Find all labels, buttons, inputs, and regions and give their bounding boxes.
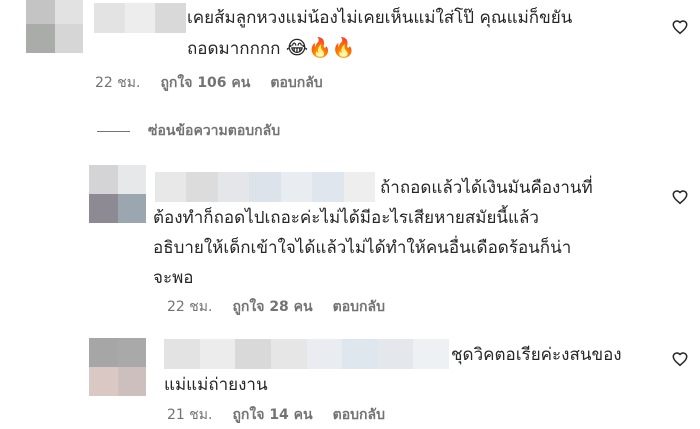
divider xyxy=(97,130,130,132)
likes-count[interactable]: ถูกใจ 28 คน xyxy=(232,296,312,318)
avatar-blur xyxy=(89,194,118,223)
comment-text: ถ้าถอดแล้วได้เงินมันคืองานที่ ต้องทำก็ถอ… xyxy=(153,178,593,288)
avatar-blur xyxy=(54,0,83,24)
heart-outline-icon[interactable] xyxy=(671,188,689,206)
likes-count[interactable]: ถูกใจ 106 คน xyxy=(160,72,250,94)
reply-button[interactable]: ตอบกลับ xyxy=(333,296,385,318)
reply-button[interactable]: ตอบกลับ xyxy=(270,72,322,94)
avatar-blur xyxy=(117,194,146,223)
avatar-blur xyxy=(117,165,146,194)
avatar-blur xyxy=(26,24,55,53)
avatar[interactable] xyxy=(89,165,146,223)
avatar[interactable] xyxy=(26,0,83,53)
comment-meta: 21 ชม. ถูกใจ 14 คน ตอบกลับ xyxy=(167,405,385,425)
timestamp[interactable]: 22 ชม. xyxy=(167,296,212,318)
hide-replies-label: ซ่อนข้อความตอบกลับ xyxy=(148,123,281,139)
comment-meta: 22 ชม. ถูกใจ 106 คน ตอบกลับ xyxy=(95,73,323,93)
avatar-blur xyxy=(89,367,118,396)
username-blur[interactable] xyxy=(94,3,187,33)
comment-meta: 22 ชม. ถูกใจ 28 คน ตอบกลับ xyxy=(167,297,385,317)
avatar-blur xyxy=(54,24,83,53)
reply-button[interactable]: ตอบกลับ xyxy=(333,404,385,426)
avatar-blur xyxy=(117,367,146,396)
timestamp[interactable]: 21 ชม. xyxy=(167,404,212,426)
avatar-blur xyxy=(89,338,118,367)
blur-block xyxy=(124,3,156,33)
blur-block xyxy=(94,3,125,33)
heart-outline-icon[interactable] xyxy=(671,18,689,36)
emoji: 😂🔥🔥 xyxy=(285,37,356,59)
likes-count[interactable]: ถูกใจ 14 คน xyxy=(232,404,312,426)
heart-outline-icon[interactable] xyxy=(671,350,689,368)
comment-text-body: เคยส้มลูกหวงแม่น้องไม่เคยเห็นแม่ใส่โป๊ ค… xyxy=(187,8,573,59)
avatar-blur xyxy=(117,338,146,367)
blur-block xyxy=(155,3,187,33)
comment-text: ชุดวิคตอเรียค่ะงสนของ แม่แม่ถ่ายงาน xyxy=(164,345,622,395)
avatar-blur xyxy=(26,0,55,24)
avatar[interactable] xyxy=(89,338,146,396)
comment-text: เคยส้มลูกหวงแม่น้องไม่เคยเห็นแม่ใส่โป๊ ค… xyxy=(187,3,667,64)
hide-replies-button[interactable]: ซ่อนข้อความตอบกลับ xyxy=(97,121,280,141)
timestamp[interactable]: 22 ชม. xyxy=(95,72,140,94)
avatar-blur xyxy=(89,165,118,194)
